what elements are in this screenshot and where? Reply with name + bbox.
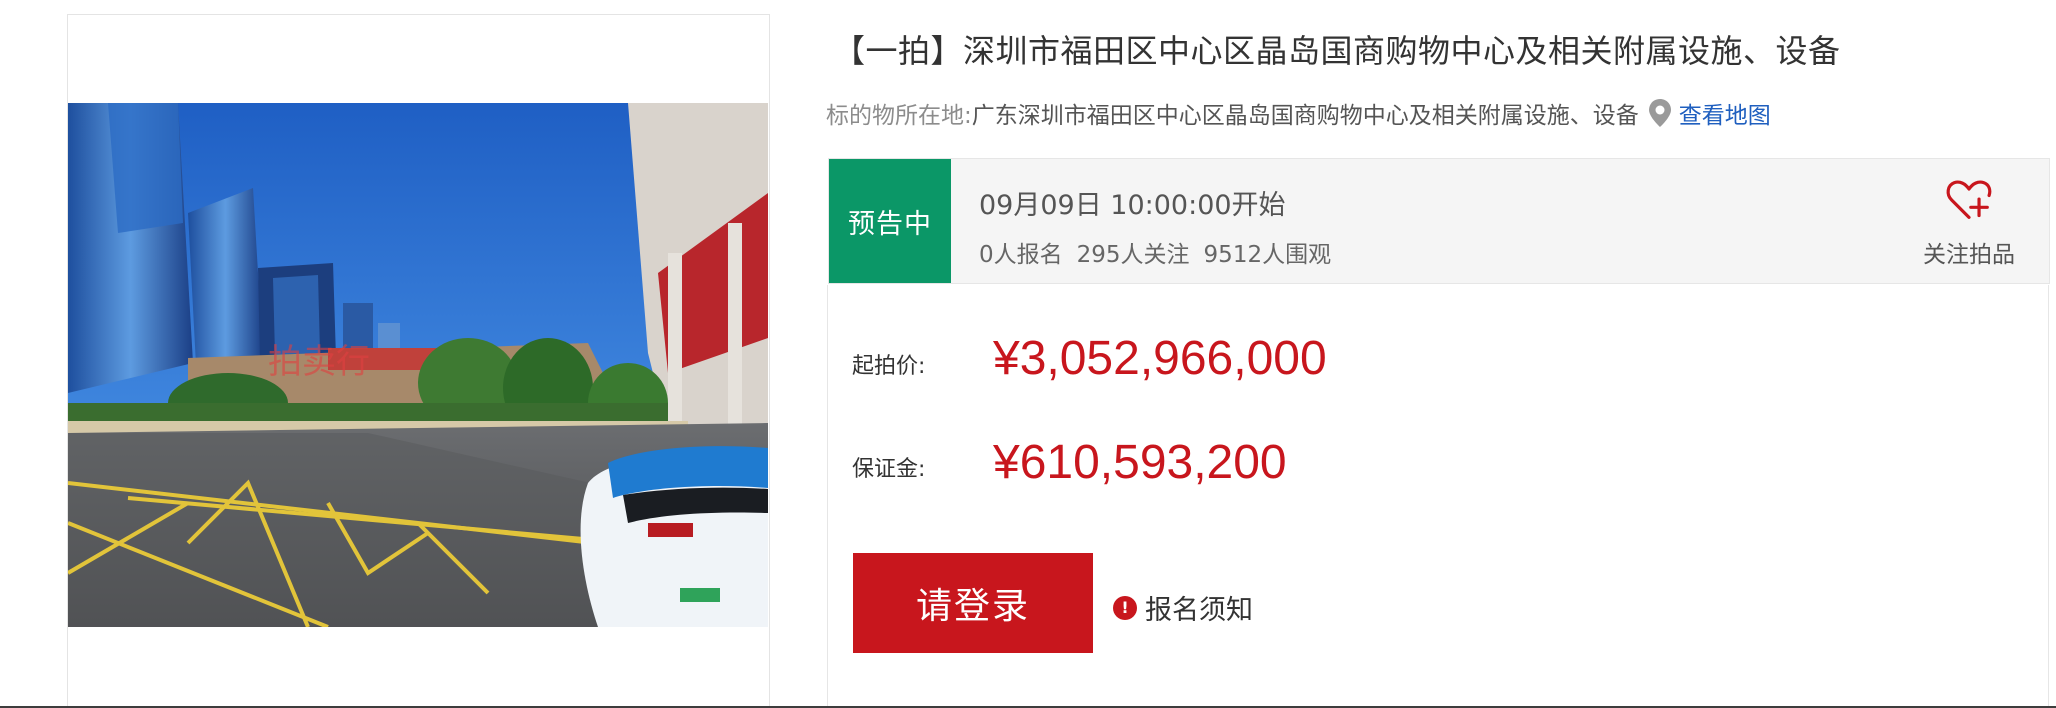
follow-item-button[interactable]: 关注拍品 xyxy=(1899,179,2039,269)
location-value: 广东深圳市福田区中心区晶岛国商购物中心及相关附属设施、设备 xyxy=(971,103,1639,129)
follower-count: 295人关注 xyxy=(1076,242,1190,268)
location-row: 标的物所在地: 广东深圳市福田区中心区晶岛国商购物中心及相关附属设施、设备 查看… xyxy=(826,96,1771,130)
registered-count: 0人报名 xyxy=(979,242,1063,268)
auction-stats: 0人报名 295人关注 9512人围观 xyxy=(979,235,1331,269)
auction-status-bar: 预告中 09月09日 10:00:00开始 0人报名 295人关注 9512人围… xyxy=(828,158,2050,284)
auction-listing-page: 拍卖行 【一拍】深圳市福田区中心区晶岛国商购物中心及相关附属设施、设备 标的物所… xyxy=(0,0,2056,708)
page-title: 【一拍】深圳市福田区中心区晶岛国商购物中心及相关附属设施、设备 xyxy=(833,32,1841,70)
status-badge: 预告中 xyxy=(829,159,951,283)
follow-item-label: 关注拍品 xyxy=(1923,242,2015,268)
start-time: 09月09日 10:00:00开始 xyxy=(979,190,1286,221)
listing-photo[interactable]: 拍卖行 xyxy=(68,103,768,627)
starting-price-value: ¥3,052,966,000 xyxy=(993,332,1327,385)
registration-notice-link[interactable]: ! 报名须知 xyxy=(1113,588,1253,627)
price-panel: 起拍价: ¥3,052,966,000 保证金: ¥610,593,200 请登… xyxy=(827,285,2049,708)
photo-watermark: 拍卖行 xyxy=(268,342,370,382)
deposit-value: ¥610,593,200 xyxy=(993,436,1287,489)
starting-price-label: 起拍价: xyxy=(852,354,926,379)
deposit-label: 保证金: xyxy=(852,457,926,482)
heart-plus-icon xyxy=(1946,180,1992,219)
registration-notice-label: 报名须知 xyxy=(1145,595,1253,626)
viewer-count: 9512人围观 xyxy=(1203,242,1332,268)
login-button[interactable]: 请登录 xyxy=(853,553,1093,653)
map-pin-icon xyxy=(1648,99,1671,127)
listing-photo-image: 拍卖行 xyxy=(68,103,768,627)
view-map-link[interactable]: 查看地图 xyxy=(1679,96,1771,130)
warning-icon: ! xyxy=(1113,595,1137,620)
location-label: 标的物所在地: xyxy=(826,103,972,129)
